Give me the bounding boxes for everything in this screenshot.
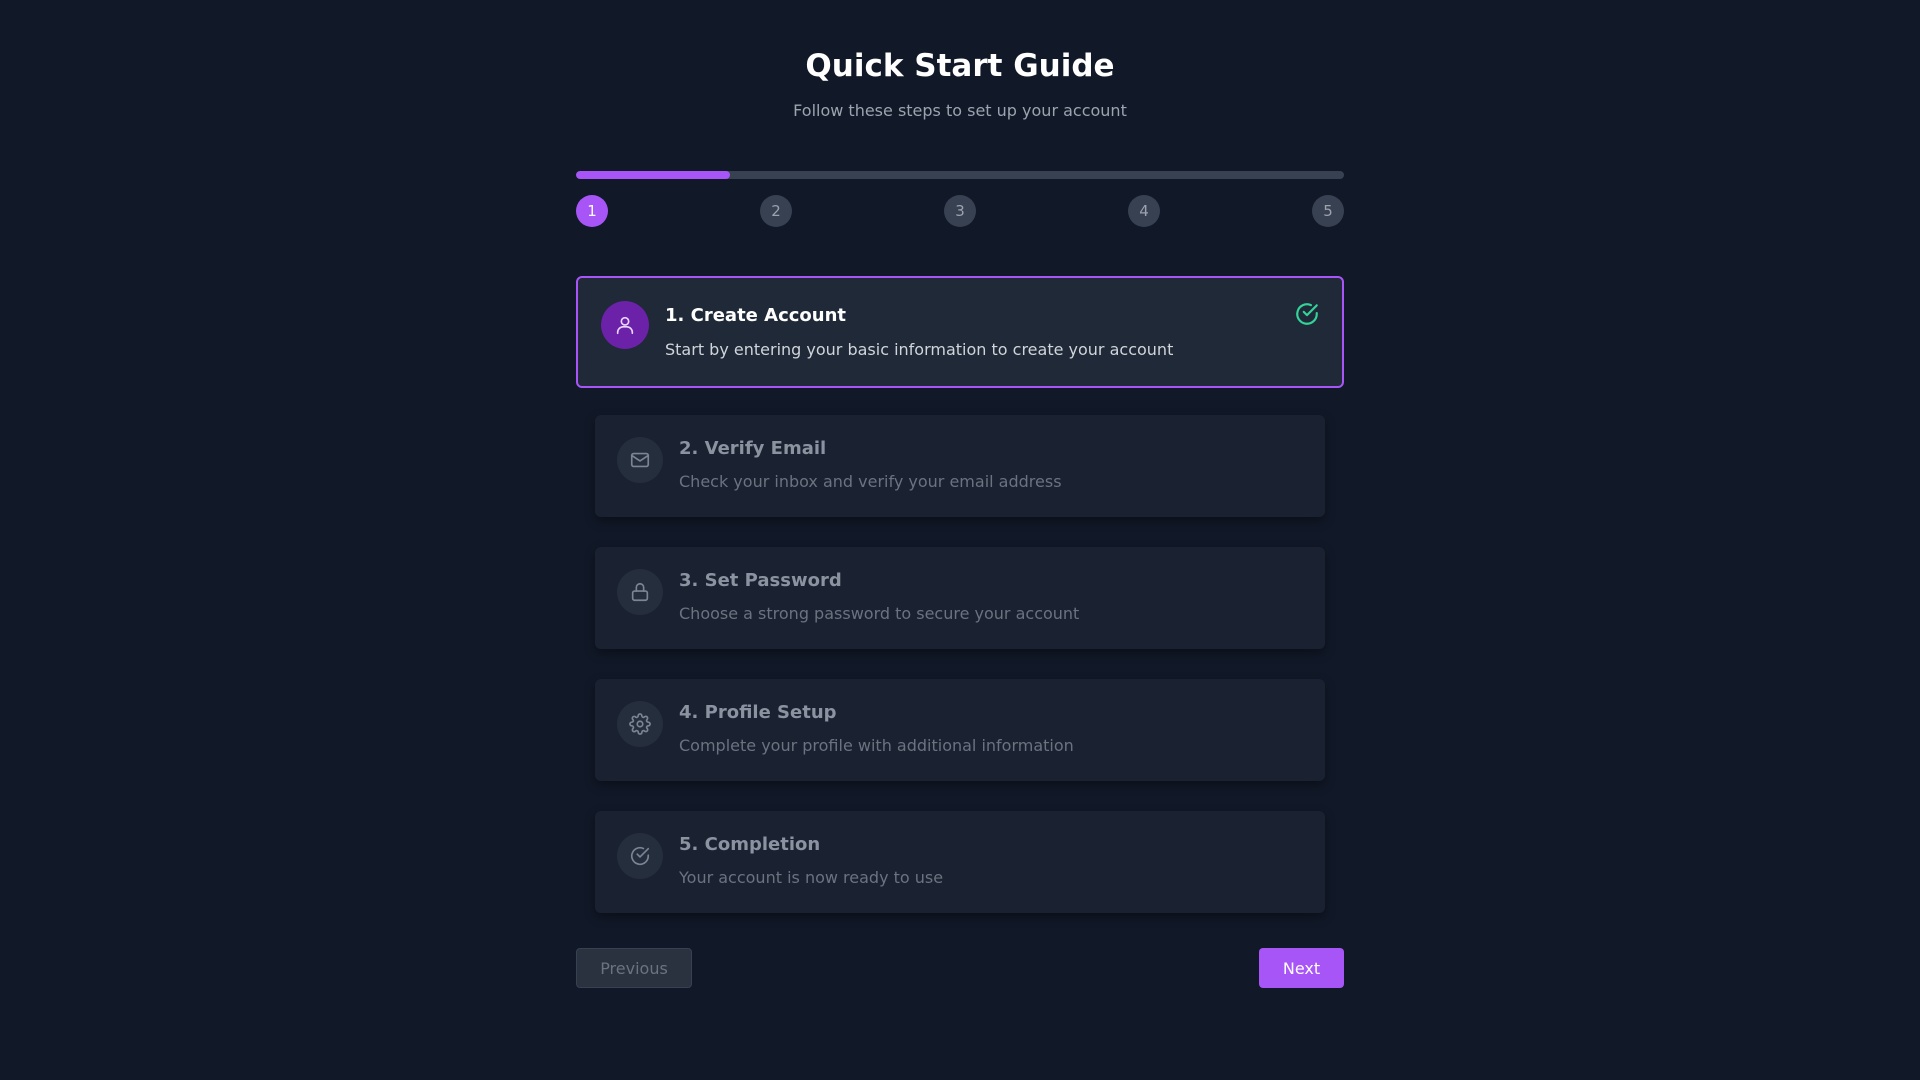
step-description: Choose a strong password to secure your … — [679, 604, 1080, 623]
step-card-profile-setup[interactable]: 4. Profile Setup Complete your profile w… — [595, 679, 1325, 781]
step-description: Your account is now ready to use — [679, 868, 944, 887]
step-description: Start by entering your basic information… — [665, 340, 1174, 359]
progress-section: 1 2 3 4 5 — [576, 171, 1344, 227]
gear-icon — [617, 701, 663, 747]
step-dot-5[interactable]: 5 — [1312, 195, 1344, 227]
step-title: 5. Completion — [679, 834, 821, 855]
check-circle-icon — [617, 833, 663, 879]
lock-icon — [617, 569, 663, 615]
previous-button[interactable]: Previous — [576, 948, 692, 988]
step-dot-3[interactable]: 3 — [944, 195, 976, 227]
step-dot-4[interactable]: 4 — [1128, 195, 1160, 227]
header: Quick Start Guide Follow these steps to … — [0, 44, 1920, 122]
quick-start-page: Quick Start Guide Follow these steps to … — [0, 0, 1920, 1080]
step-indicators: 1 2 3 4 5 — [576, 195, 1344, 227]
progress-bar — [576, 171, 1344, 179]
step-title: 3. Set Password — [679, 570, 842, 591]
page-title: Quick Start Guide — [805, 48, 1115, 84]
check-circle-icon — [1294, 301, 1320, 327]
user-icon — [601, 301, 649, 349]
steps-list: 1. Create Account Start by entering your… — [576, 276, 1344, 943]
step-card-create-account[interactable]: 1. Create Account Start by entering your… — [576, 276, 1344, 388]
navigation-bar: Previous Next — [576, 948, 1344, 988]
step-card-verify-email[interactable]: 2. Verify Email Check your inbox and ver… — [595, 415, 1325, 517]
step-card-set-password[interactable]: 3. Set Password Choose a strong password… — [595, 547, 1325, 649]
next-button[interactable]: Next — [1259, 948, 1344, 988]
mail-icon — [617, 437, 663, 483]
step-description: Check your inbox and verify your email a… — [679, 472, 1062, 491]
step-title: 1. Create Account — [665, 305, 847, 326]
page-subtitle: Follow these steps to set up your accoun… — [793, 101, 1127, 120]
step-dot-1[interactable]: 1 — [576, 195, 608, 227]
step-card-completion[interactable]: 5. Completion Your account is now ready … — [595, 811, 1325, 913]
step-title: 4. Profile Setup — [679, 702, 837, 723]
step-title: 2. Verify Email — [679, 438, 827, 459]
step-dot-2[interactable]: 2 — [760, 195, 792, 227]
step-description: Complete your profile with additional in… — [679, 736, 1074, 755]
progress-fill — [576, 171, 730, 179]
